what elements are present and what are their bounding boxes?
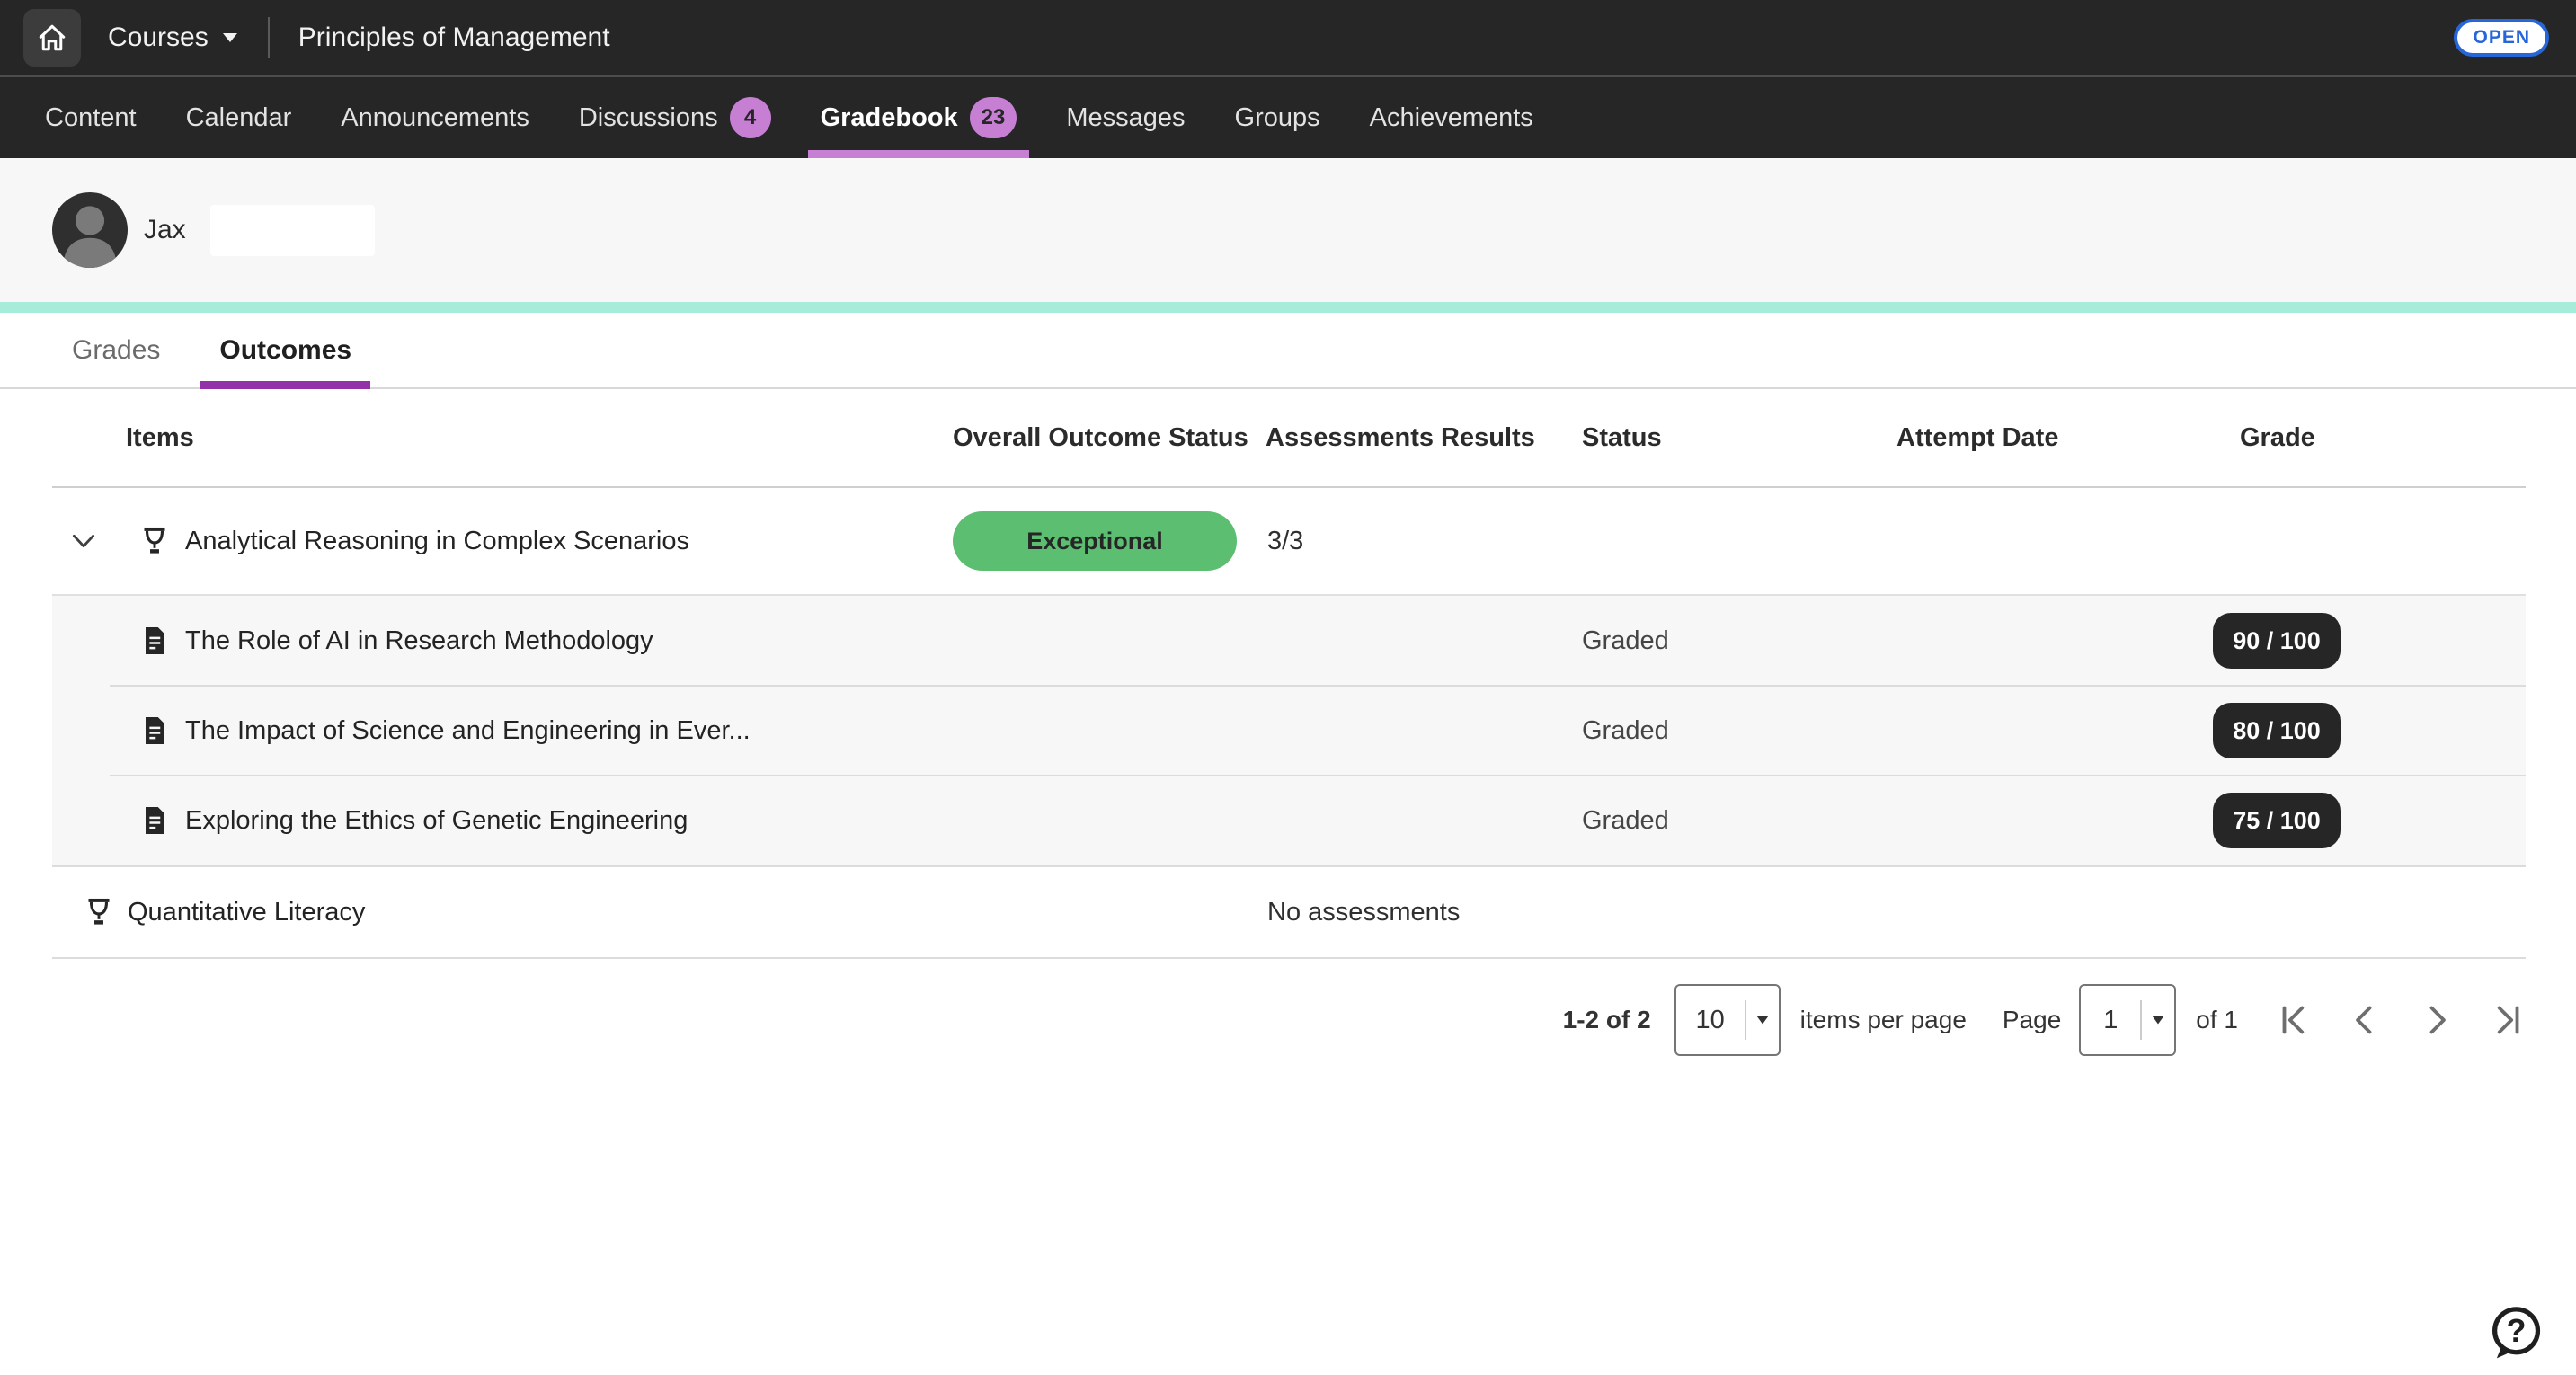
col-header-grade: Grade [2211, 423, 2474, 453]
chevron-down-icon [68, 526, 99, 556]
gradebook-outcomes-page: Courses Principles of Management OPEN Co… [0, 0, 2576, 1375]
person-silhouette-icon [52, 192, 128, 268]
outcomes-table: Items Overall Outcome Status Assessments… [52, 389, 2526, 959]
tab-label: Outcomes [219, 335, 351, 366]
gradebook-count-badge: 23 [970, 97, 1017, 138]
tab-label: Grades [72, 335, 160, 366]
outcome-title: Quantitative Literacy [128, 898, 365, 927]
redaction-box [210, 205, 375, 256]
open-status-badge: OPEN [2454, 19, 2549, 56]
nav-item-messages[interactable]: Messages [1066, 77, 1185, 158]
grade-badge: 90 / 100 [2213, 613, 2341, 669]
assessment-title[interactable]: The Role of AI in Research Methodology [185, 626, 653, 656]
active-nav-underline [808, 150, 1030, 158]
nav-item-calendar[interactable]: Calendar [186, 77, 292, 158]
col-header-items: Items [52, 423, 953, 453]
assessment-title[interactable]: Exploring the Ethics of Genetic Engineer… [185, 806, 688, 836]
items-per-page-value: 10 [1676, 1006, 1745, 1035]
previous-page-button[interactable] [2348, 1003, 2382, 1037]
nav-item-content[interactable]: Content [45, 77, 137, 158]
table-header-row: Items Overall Outcome Status Assessments… [52, 389, 2526, 488]
last-page-button[interactable] [2492, 1003, 2526, 1037]
items-per-page-select[interactable]: 10 [1674, 984, 1781, 1056]
assessment-title[interactable]: The Impact of Science and Engineering in… [185, 716, 751, 746]
home-button[interactable] [23, 9, 81, 67]
assessment-row: Exploring the Ethics of Genetic Engineer… [52, 776, 2526, 865]
assessment-status: Graded [1582, 716, 1896, 746]
first-page-button[interactable] [2276, 1003, 2310, 1037]
outcome-row-quantitative-literacy: Quantitative Literacy No assessments [52, 867, 2526, 959]
question-mark-glyph: ? [2507, 1313, 2527, 1349]
outcome-title: Analytical Reasoning in Complex Scenario… [185, 527, 689, 556]
document-icon [141, 805, 168, 836]
row-separator [110, 685, 2526, 687]
grade-badge: 75 / 100 [2213, 793, 2341, 848]
page-number-select[interactable]: 1 [2079, 984, 2176, 1056]
page-total-label: of 1 [2196, 1006, 2238, 1034]
home-icon [36, 22, 68, 54]
collapse-row-button[interactable] [68, 526, 99, 556]
items-per-page-label: items per page [1800, 1006, 1967, 1034]
nav-item-discussions[interactable]: Discussions 4 [579, 77, 771, 158]
course-nav-bar: Content Calendar Announcements Discussio… [0, 75, 2576, 158]
overall-status-badge-exceptional: Exceptional [953, 511, 1237, 571]
discussions-count-badge: 4 [730, 97, 771, 138]
assessments-results-value: No assessments [1266, 898, 1582, 927]
nav-item-gradebook[interactable]: Gradebook 23 [821, 77, 1017, 158]
student-profile-strip: Jax [0, 158, 2576, 302]
pagination-range: 1-2 of 2 [1563, 1006, 1651, 1034]
assessment-row: The Impact of Science and Engineering in… [52, 686, 2526, 776]
nav-label: Announcements [341, 103, 529, 133]
nav-label: Achievements [1370, 103, 1533, 133]
nav-item-groups[interactable]: Groups [1235, 77, 1320, 158]
nav-label: Gradebook [821, 103, 958, 133]
outcome-row-analytical-reasoning: Analytical Reasoning in Complex Scenario… [52, 488, 2526, 596]
chevron-down-icon [221, 31, 239, 44]
assessment-status: Graded [1582, 806, 1896, 836]
nav-label: Content [45, 103, 137, 133]
page-number-value: 1 [2081, 1006, 2140, 1035]
pagination-bar: 1-2 of 2 10 items per page Page 1 of 1 [52, 982, 2526, 1058]
active-tab-underline [200, 381, 370, 389]
avatar [52, 192, 128, 268]
document-icon [141, 625, 168, 656]
course-title: Principles of Management [298, 22, 610, 53]
help-button[interactable]: ? [2486, 1303, 2545, 1362]
student-name: Jax [144, 215, 186, 245]
chevron-down-icon [1755, 1015, 1770, 1025]
courses-dropdown[interactable]: Courses [108, 22, 239, 53]
nav-label: Discussions [579, 103, 718, 133]
assessments-results-value: 3/3 [1266, 527, 1582, 556]
col-header-overall-outcome-status: Overall Outcome Status [953, 423, 1266, 453]
assessment-row: The Role of AI in Research Methodology G… [52, 596, 2526, 686]
col-header-assessments-results: Assessments Results [1266, 423, 1582, 453]
courses-label: Courses [108, 22, 209, 53]
top-bar: Courses Principles of Management OPEN [0, 0, 2576, 75]
nav-label: Messages [1066, 103, 1185, 133]
nav-item-achievements[interactable]: Achievements [1370, 77, 1533, 158]
assessment-status: Graded [1582, 626, 1896, 656]
tab-grades[interactable]: Grades [72, 313, 160, 387]
grade-badge: 80 / 100 [2213, 703, 2341, 758]
next-page-button[interactable] [2420, 1003, 2454, 1037]
nav-label: Groups [1235, 103, 1320, 133]
teal-accent-strip [0, 302, 2576, 313]
row-separator [110, 775, 2526, 776]
topbar-divider [268, 17, 270, 58]
col-header-status: Status [1582, 423, 1896, 453]
outcome-trophy-icon [84, 897, 113, 927]
tab-outcomes[interactable]: Outcomes [219, 313, 351, 387]
assessment-subrows: The Role of AI in Research Methodology G… [52, 596, 2526, 867]
nav-label: Calendar [186, 103, 292, 133]
outcome-trophy-icon [140, 526, 169, 556]
chevron-down-icon [2151, 1015, 2165, 1025]
gradebook-subtabs: Grades Outcomes [0, 313, 2576, 389]
nav-item-announcements[interactable]: Announcements [341, 77, 529, 158]
document-icon [141, 715, 168, 746]
col-header-attempt-date: Attempt Date [1896, 423, 2211, 453]
page-label: Page [2003, 1006, 2061, 1034]
